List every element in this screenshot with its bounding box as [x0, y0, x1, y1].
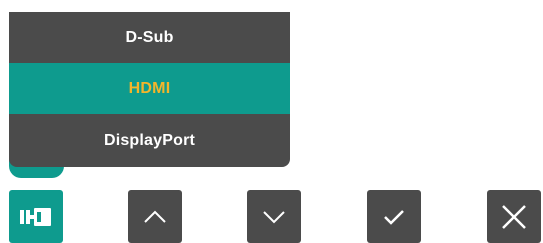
up-button[interactable] [128, 190, 182, 243]
chevron-up-icon [144, 210, 166, 223]
input-source-icon [20, 207, 51, 226]
close-button[interactable] [487, 190, 541, 243]
checkmark-icon [384, 209, 404, 225]
confirm-button[interactable] [367, 190, 421, 243]
menu-item-dsub[interactable]: D-Sub [9, 12, 290, 63]
menu-item-displayport[interactable]: DisplayPort [9, 114, 290, 167]
down-button[interactable] [247, 190, 301, 243]
input-source-menu: D-Sub HDMI DisplayPort [9, 12, 290, 167]
menu-item-hdmi[interactable]: HDMI [9, 63, 290, 114]
input-source-button[interactable] [9, 190, 63, 243]
menu-item-label: DisplayPort [103, 131, 196, 149]
menu-item-label: D-Sub [125, 28, 174, 46]
menu-item-label: HDMI [128, 79, 171, 97]
osd-screen: D-Sub HDMI DisplayPort [0, 0, 543, 243]
chevron-down-icon [263, 210, 285, 223]
close-icon [502, 204, 526, 229]
